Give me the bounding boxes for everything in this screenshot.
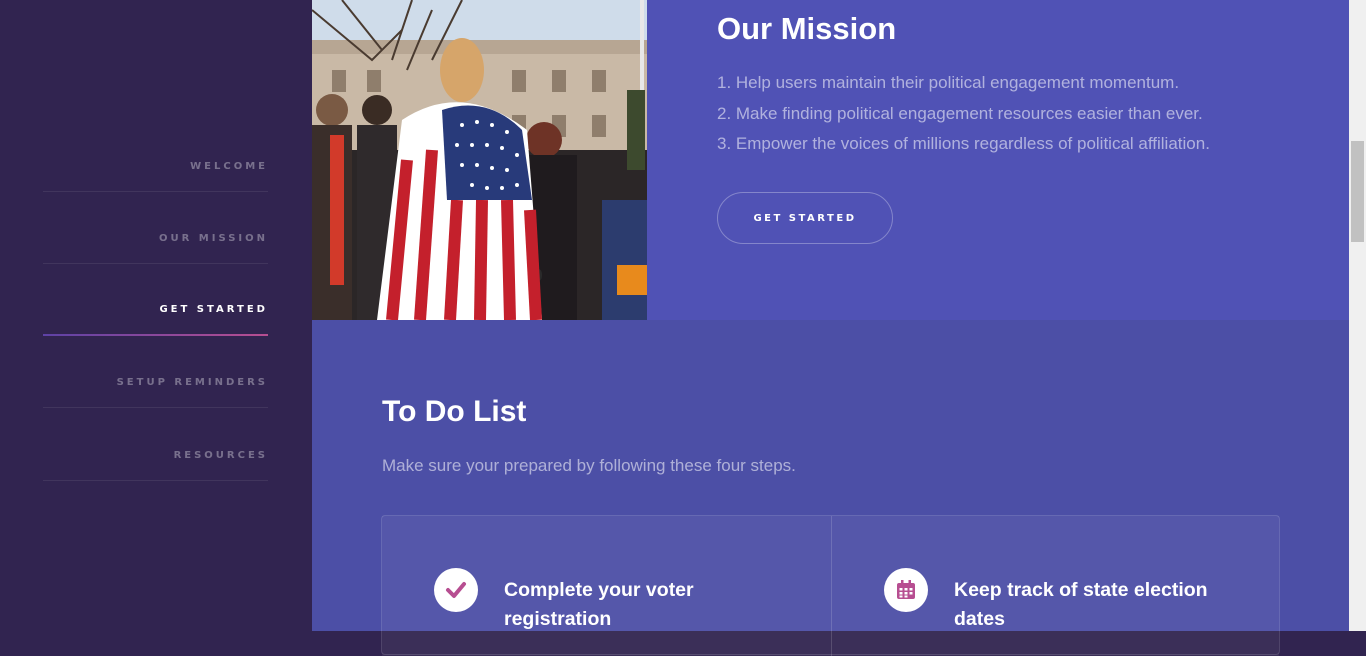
mission-section: Our Mission 1. Help users maintain their… — [312, 0, 1349, 320]
section-subtitle: Make sure your prepared by following the… — [382, 456, 796, 475]
sidebar-nav: WELCOME OUR MISSION GET STARTED SETUP RE… — [0, 0, 312, 631]
get-started-button[interactable]: GET STARTED — [717, 192, 893, 244]
nav-item-setup-reminders[interactable]: SETUP REMINDERS — [43, 336, 268, 408]
nav-item-get-started[interactable]: GET STARTED — [43, 264, 268, 336]
list-item: 1. Help users maintain their political e… — [717, 73, 1180, 92]
list-item: 3. Empower the voices of millions regard… — [717, 134, 1210, 153]
nav-label: WELCOME — [190, 161, 268, 172]
todo-section: To Do List Make sure your prepared by fo… — [312, 320, 1349, 656]
nav-label: SETUP REMINDERS — [116, 377, 268, 388]
todo-card: Keep track of state election dates — [832, 516, 1279, 656]
scrollbar[interactable] — [1349, 0, 1366, 631]
page-title: Our Mission — [717, 11, 897, 46]
calendar-icon — [884, 568, 928, 612]
check-icon — [434, 568, 478, 612]
nav-label: OUR MISSION — [158, 233, 268, 244]
todo-card-title: Complete your voter registration — [504, 579, 694, 630]
protest-crowd-flag-photo — [312, 0, 647, 320]
nav-label: RESOURCES — [173, 450, 268, 461]
nav-item-welcome[interactable]: WELCOME — [43, 120, 268, 192]
scrollbar-thumb[interactable] — [1351, 141, 1364, 242]
nav-item-our-mission[interactable]: OUR MISSION — [43, 192, 268, 264]
todo-card-title: Keep track of state election dates — [954, 579, 1208, 630]
nav-label: GET STARTED — [159, 304, 268, 315]
todo-card: Complete your voter registration — [382, 516, 832, 656]
list-item: 2. Make finding political engagement res… — [717, 103, 1203, 123]
todo-grid: Complete your voter registration Keep tr… — [381, 515, 1280, 656]
mission-list: 1. Help users maintain their political e… — [717, 68, 1337, 160]
nav-item-resources[interactable]: RESOURCES — [43, 409, 268, 481]
section-title: To Do List — [382, 395, 527, 428]
